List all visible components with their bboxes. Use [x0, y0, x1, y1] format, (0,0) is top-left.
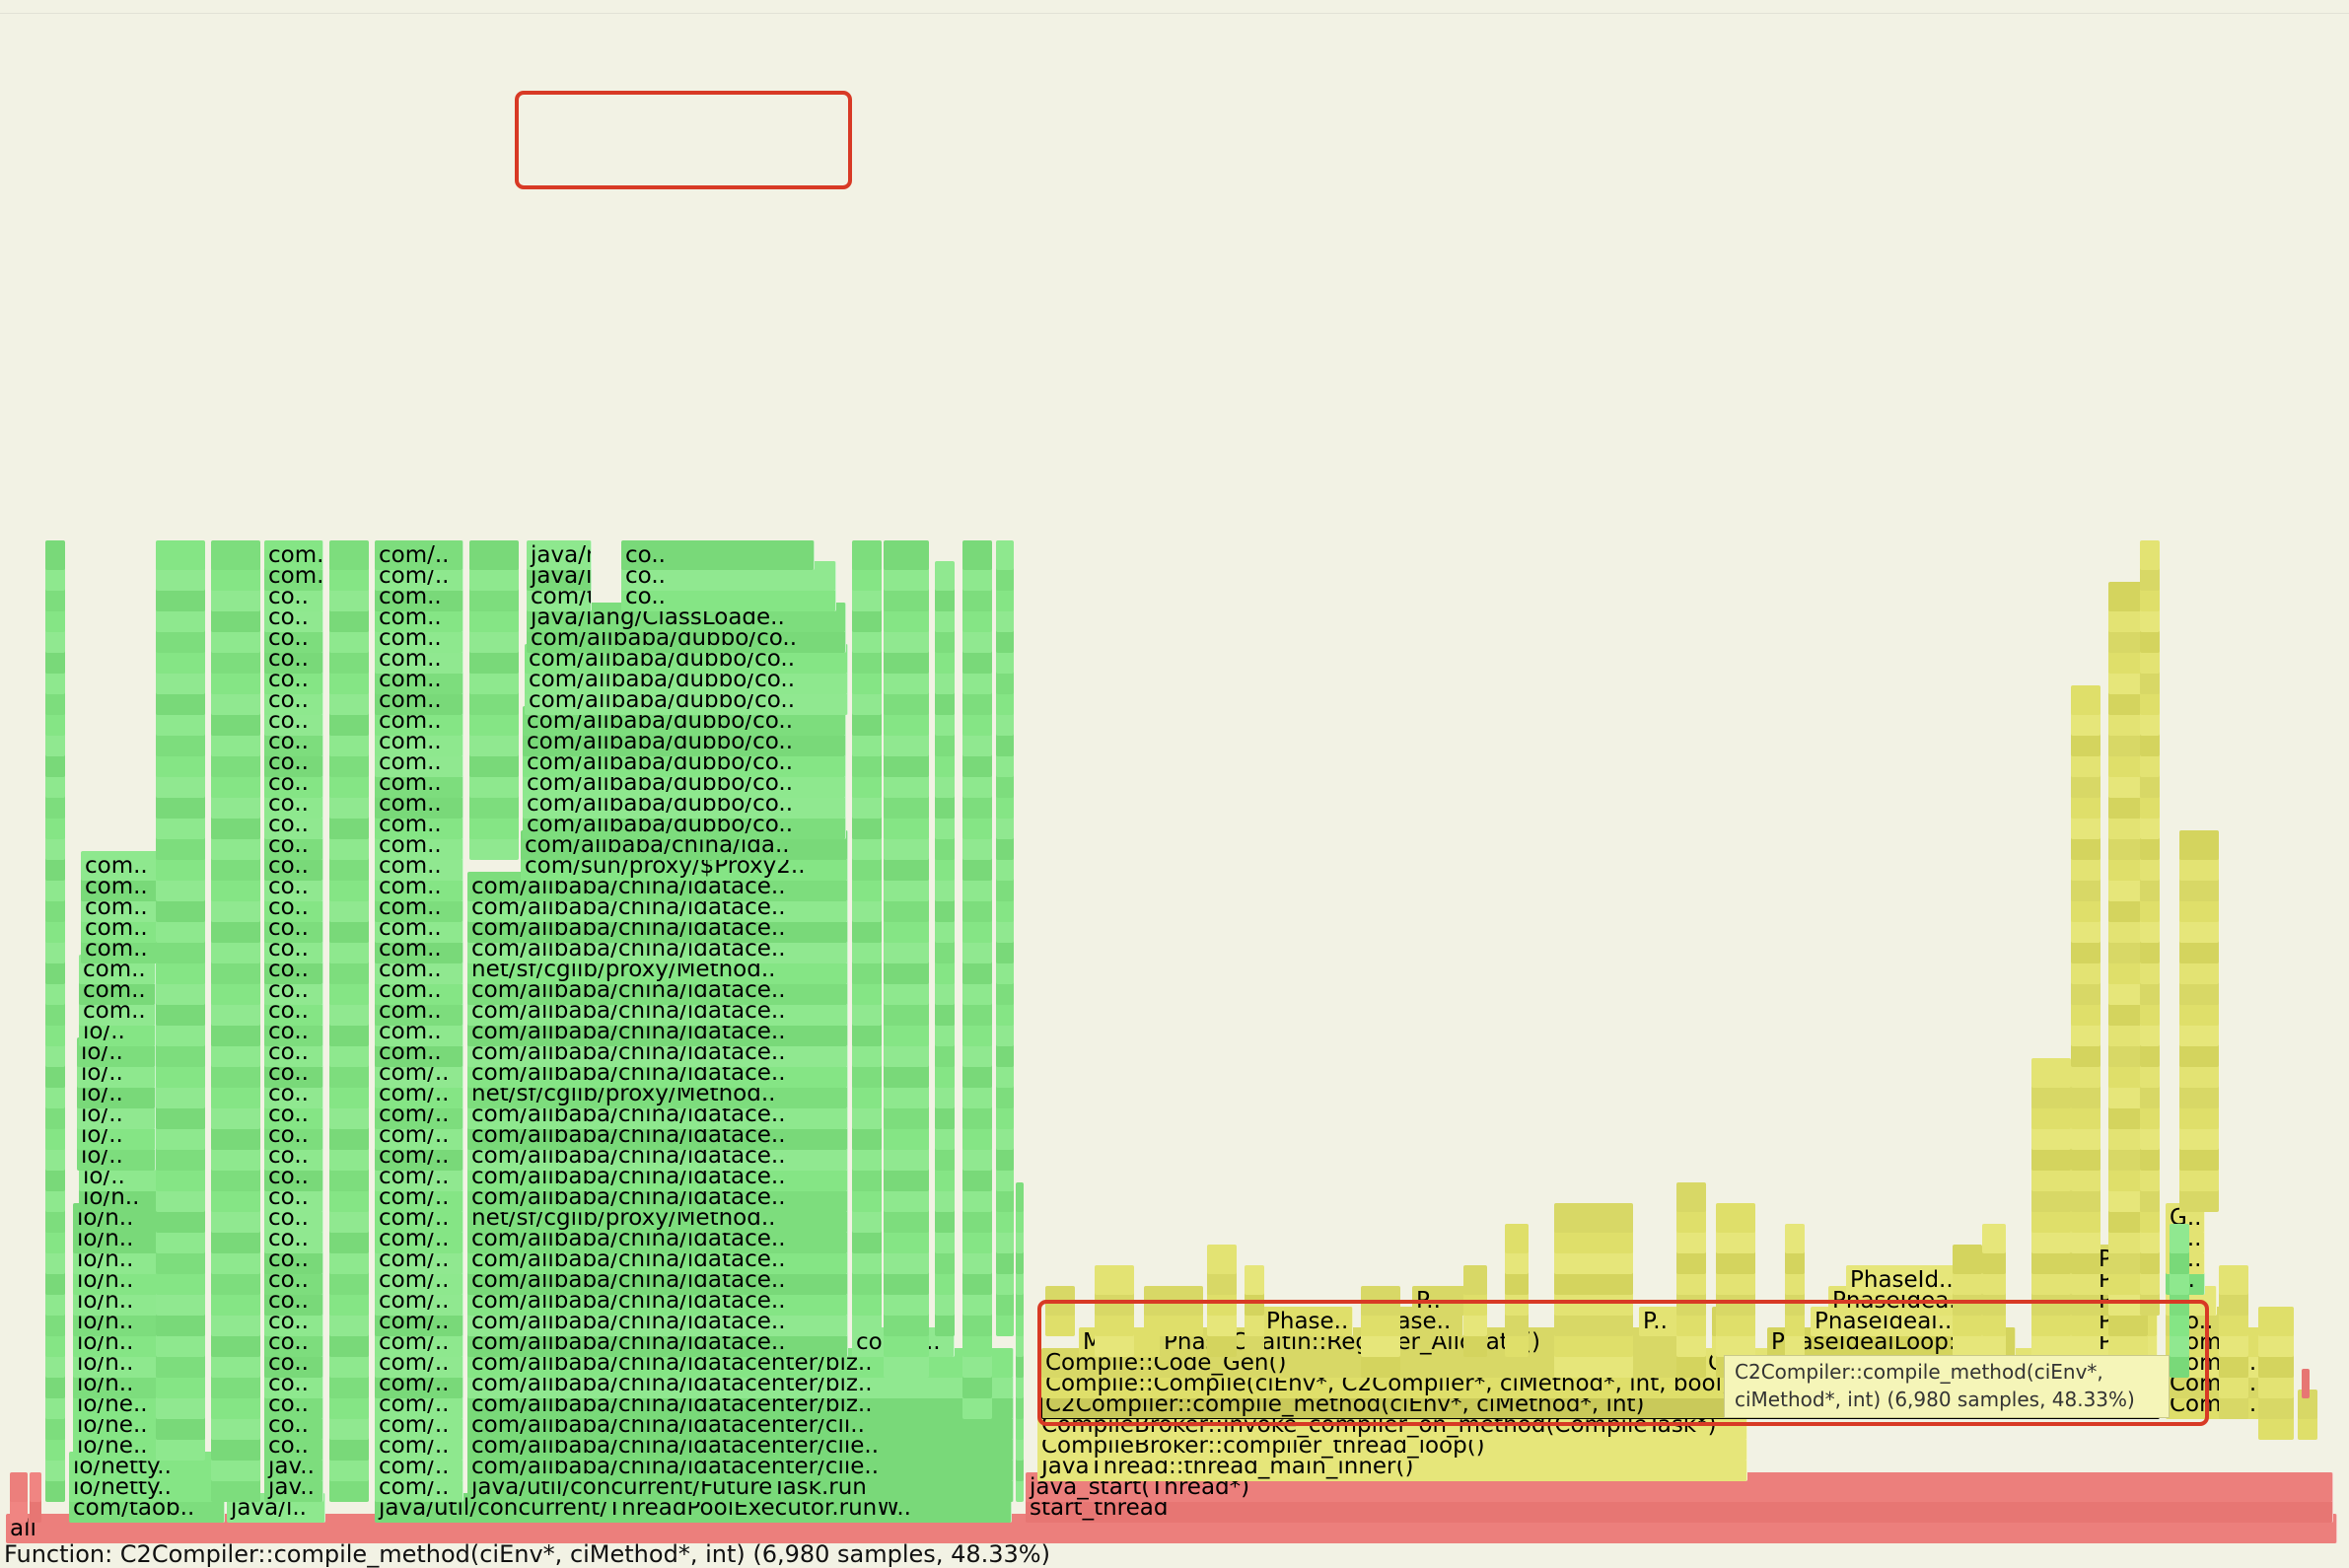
flame-frame-narrow[interactable] [2258, 1307, 2294, 1336]
flame-frame-narrow[interactable] [1716, 1203, 1755, 1233]
tooltip-line-2: ciMethod*, int) (6,980 samples, 48.33%) [1735, 1388, 2135, 1411]
flame-frame[interactable]: java/net/URL.. [527, 540, 592, 570]
flame-frame-narrow[interactable] [2170, 1224, 2189, 1253]
flame-frame-narrow[interactable] [2140, 540, 2160, 570]
flame-frame-narrow[interactable] [1953, 1245, 1982, 1274]
flame-frame-narrow[interactable] [10, 1472, 28, 1502]
flame-frame-narrow[interactable] [1095, 1265, 1134, 1295]
flame-frame-narrow[interactable] [1676, 1182, 1706, 1212]
status-line: Function: C2Compiler::compile_method(ciE… [4, 1540, 1050, 1568]
flame-frame-narrow[interactable] [1554, 1203, 1633, 1233]
flame-frame-narrow[interactable] [2179, 830, 2219, 860]
flame-frame-narrow[interactable] [1207, 1245, 1237, 1274]
flame-frame-narrow[interactable] [1245, 1265, 1264, 1295]
flame-frame-narrow[interactable] [935, 561, 955, 591]
flame-frame-narrow[interactable] [884, 540, 929, 570]
flame-frame-narrow[interactable] [1144, 1286, 1203, 1316]
flame-frame-narrow[interactable] [2219, 1265, 2248, 1295]
flame-frame-narrow[interactable] [962, 540, 992, 570]
flame-frame-narrow[interactable] [1505, 1224, 1529, 1253]
flame-frame[interactable]: com/.. [375, 540, 463, 570]
flame-frame-narrow[interactable] [45, 540, 65, 570]
flame-frame[interactable]: com.. [81, 851, 158, 881]
flame-graph: all com/taob.. java/l.. java/util/concurren… [0, 0, 2349, 1568]
flame-frame-narrow[interactable] [211, 540, 260, 570]
tooltip-line-1: C2Compiler::compile_method(ciEnv*, [1735, 1360, 2103, 1384]
flame-frame-narrow[interactable] [469, 540, 519, 570]
flame-frame-narrow[interactable] [852, 540, 882, 570]
flame-frame-narrow[interactable] [1982, 1224, 2006, 1253]
flame-frame-narrow[interactable] [1016, 1182, 1024, 1212]
flame-frame-narrow[interactable] [1463, 1265, 1487, 1295]
frame-tooltip: C2Compiler::compile_method(ciEnv*, ciMet… [1724, 1355, 2170, 1418]
flame-frame[interactable]: com.. [264, 540, 323, 570]
flame-frame-narrow[interactable] [2031, 1058, 2071, 1088]
top-divider [0, 13, 2349, 14]
flame-frame-narrow[interactable] [2071, 685, 2100, 715]
flame-frame-narrow[interactable] [1045, 1286, 1075, 1316]
flame-frame-narrow[interactable] [156, 540, 205, 570]
flame-frame-narrow[interactable] [1361, 1286, 1400, 1316]
flame-frame[interactable]: Phase.. [1262, 1307, 1353, 1336]
flame-frame-narrow[interactable] [1785, 1224, 1805, 1253]
flame-frame-narrow[interactable] [30, 1472, 41, 1502]
flame-frame[interactable]: P.. [1412, 1286, 1471, 1316]
flame-frame-narrow[interactable] [996, 540, 1014, 570]
flame-frame-narrow[interactable] [2302, 1369, 2310, 1398]
flame-frame-narrow[interactable] [329, 540, 369, 570]
flame-frame[interactable]: co.. [621, 540, 815, 570]
